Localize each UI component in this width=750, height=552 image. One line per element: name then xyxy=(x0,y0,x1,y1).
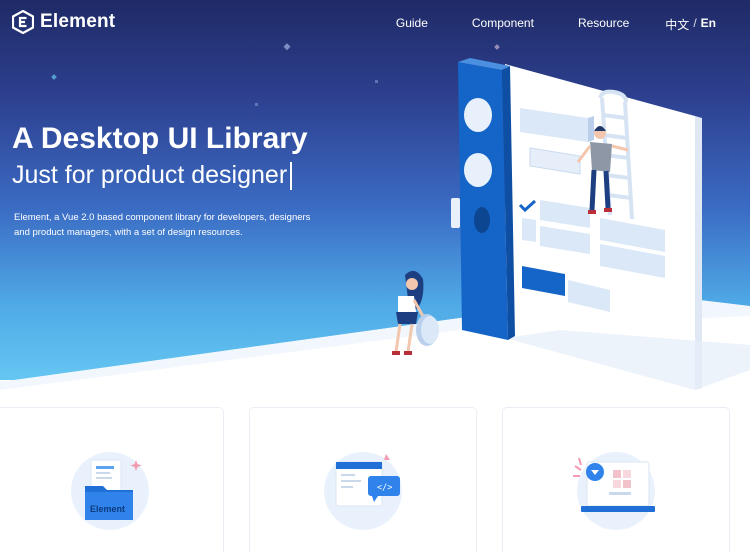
language-switch: 中文 / En xyxy=(665,16,716,33)
brand-logo[interactable]: Element xyxy=(12,10,115,34)
hero-subtitle-text: Just for product designer xyxy=(12,161,288,189)
lang-separator: / xyxy=(693,16,697,30)
lang-zh[interactable]: 中文 xyxy=(665,16,689,33)
lang-en[interactable]: En xyxy=(701,16,716,33)
hexagon-e-logo-icon xyxy=(12,10,34,34)
nav-guide[interactable]: Guide xyxy=(396,16,428,33)
text-cursor xyxy=(290,161,293,190)
code-icon-label: </> xyxy=(377,483,393,493)
nav-resource[interactable]: Resource xyxy=(578,16,629,33)
laptop-design-icon xyxy=(573,457,655,512)
folder-icon-label: Element xyxy=(90,504,126,514)
nav-links: Guide Component Resource 中文 / En xyxy=(352,16,716,33)
feature-card-resource[interactable] xyxy=(502,407,730,552)
hero-title: A Desktop UI Library xyxy=(12,122,308,155)
feature-card-component[interactable]: </> xyxy=(249,407,477,552)
folder-docs-icon xyxy=(85,459,142,520)
brand-name: Element xyxy=(40,11,116,32)
nav-component[interactable]: Component xyxy=(472,16,534,33)
hero-subtitle: Just for product designer xyxy=(12,161,293,190)
hero-banner xyxy=(0,0,750,380)
feature-card-guide[interactable]: Element xyxy=(0,407,224,552)
hero-description: Element, a Vue 2.0 based component libra… xyxy=(14,212,311,238)
top-nav: Element Guide Component Resource 中文 / En xyxy=(0,0,750,46)
